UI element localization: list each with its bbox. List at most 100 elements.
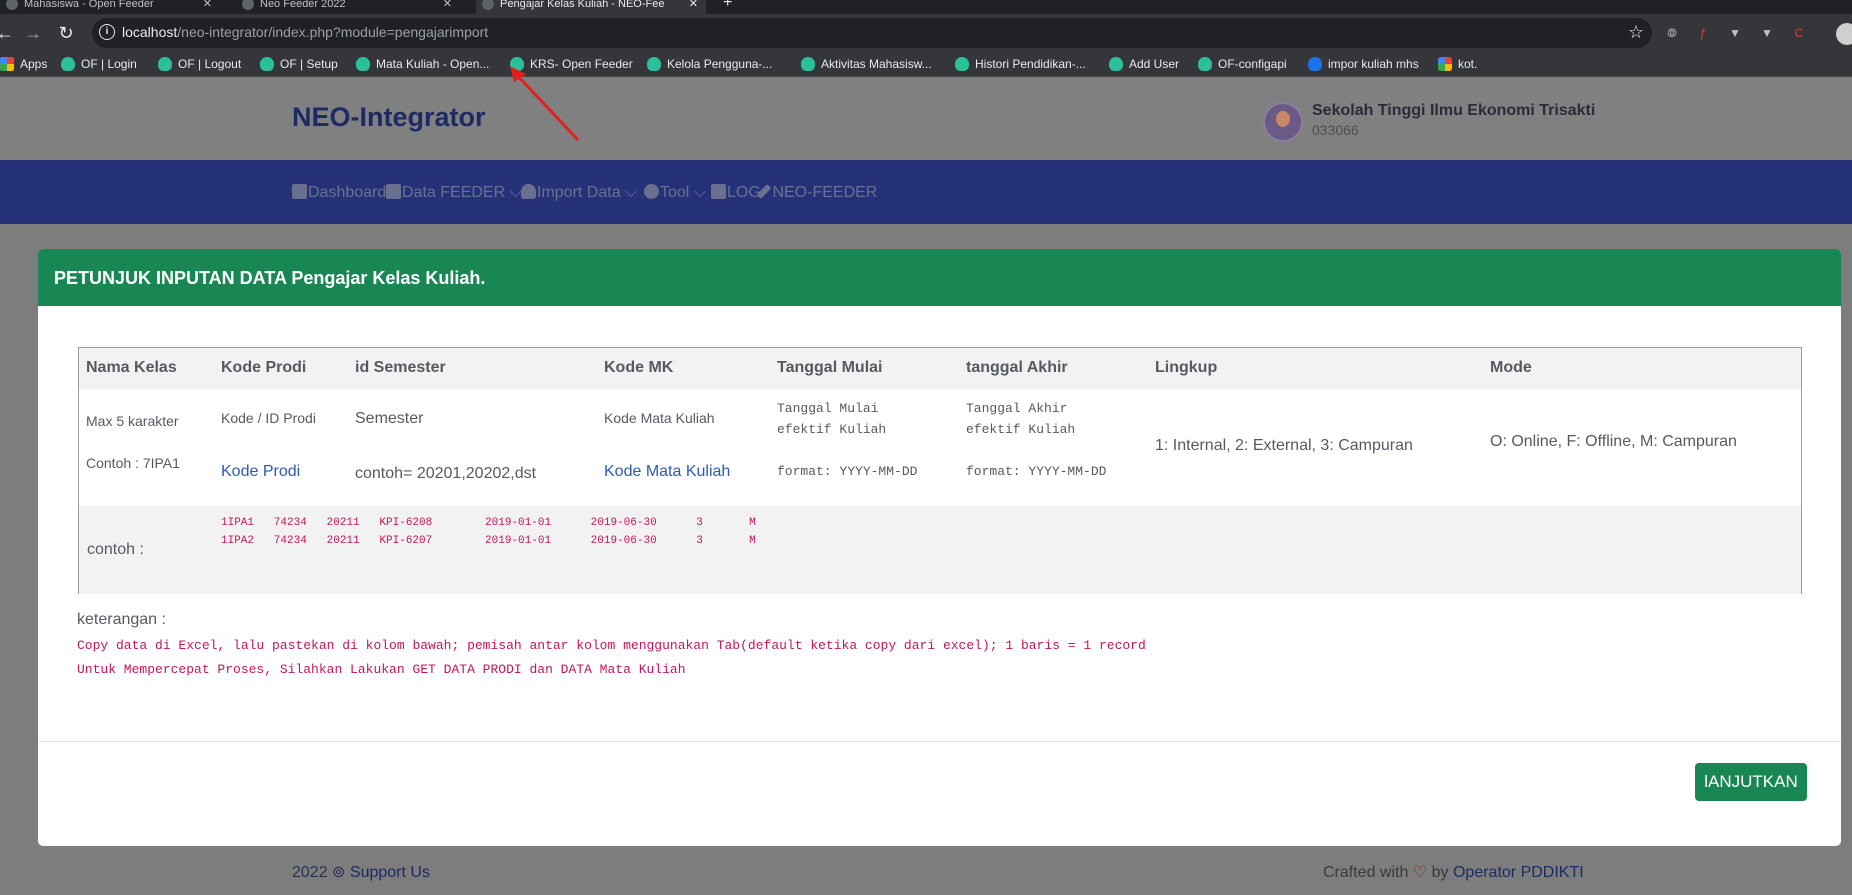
color-picker-extension-icon[interactable]: C	[1790, 24, 1808, 42]
table-cell: Tanggal Akhir	[966, 401, 1068, 416]
example-row: contoh : 1IPA1 74234 20211 KPI-6208 2019…	[79, 506, 1801, 594]
table-row: Max 5 karakter Contoh : 7IPA1 Kode / ID …	[79, 389, 1801, 506]
browser-tab-strip: Mahasiswa - Open Feeder ✕ Neo Feeder 202…	[0, 0, 1852, 14]
menu-tool[interactable]: Tool ⌵	[644, 184, 706, 202]
column-header: Nama Kelas	[86, 359, 177, 376]
bookmarks-bar: Apps OF | Login OF | Logout OF | Setup M…	[0, 52, 1852, 77]
bookmark-item[interactable]: OF | Setup	[260, 56, 338, 72]
url-text[interactable]: localhost/neo-integrator/index.php?modul…	[122, 24, 488, 40]
example-line: 1IPA1 74234 20211 KPI-6208 2019-01-01 20…	[221, 517, 756, 529]
example-code: 1IPA1 74234 20211 KPI-6208 2019-01-01 20…	[221, 514, 756, 550]
close-icon[interactable]: ✕	[203, 0, 212, 14]
close-icon[interactable]: ✕	[443, 0, 452, 14]
apps-grid-icon	[0, 57, 14, 71]
bookmark-apps[interactable]: Apps	[0, 56, 47, 72]
vue-devtools-icon[interactable]: ▼	[1726, 24, 1744, 42]
menu-import-data[interactable]: Import Data ⌵	[521, 184, 637, 202]
example-line: 1IPA2 74234 20211 KPI-6207 2019-01-01 20…	[221, 535, 756, 547]
column-header: Lingkup	[1155, 359, 1218, 376]
main-menu: Dashboard Data FEEDER ⌵ Import Data ⌵ To…	[0, 160, 1852, 224]
table-header-row: Nama Kelas Kode Prodi id Semester Kode M…	[79, 348, 1801, 389]
menu-data-feeder[interactable]: Data FEEDER ⌵	[386, 184, 522, 202]
browser-tab[interactable]: Neo Feeder 2022 ✕	[236, 0, 460, 14]
table-cell: Max 5 karakter	[86, 413, 179, 429]
kode-mata-kuliah-link[interactable]: Kode Mata Kuliah	[604, 463, 730, 481]
site-info-icon[interactable]: i	[99, 24, 115, 40]
modal-header: PETUNJUK INPUTAN DATA Pengajar Kelas Kul…	[38, 249, 1841, 306]
feeder-icon	[955, 57, 969, 71]
bookmark-item[interactable]: kot.	[1438, 56, 1477, 72]
bookmark-item[interactable]: Histori Pendidikan-...	[955, 56, 1086, 72]
browser-tab-active[interactable]: Pengajar Kelas Kuliah - NEO-Fee ✕	[476, 0, 706, 14]
bookmark-item[interactable]: Mata Kuliah - Open...	[356, 56, 489, 72]
table-cell: contoh= 20201,20202,dst	[355, 465, 537, 482]
profile-avatar[interactable]	[1836, 23, 1852, 45]
browser-tab[interactable]: Mahasiswa - Open Feeder ✕	[0, 0, 220, 14]
bookmark-item[interactable]: OF-configapi	[1198, 56, 1287, 72]
institution-avatar[interactable]	[1263, 102, 1303, 142]
bookmark-item[interactable]: KRS- Open Feeder	[510, 56, 633, 72]
tab-favicon-icon	[6, 0, 18, 10]
table-cell: format: YYYY-MM-DD	[966, 464, 1107, 479]
feeder-icon	[1109, 57, 1123, 71]
menu-neo-feeder[interactable]: NEO-FEEDER	[756, 184, 877, 202]
bookmark-item[interactable]: Add User	[1109, 56, 1179, 72]
chevron-down-icon: ⌵	[625, 184, 638, 201]
table-cell: O: Online, F: Offline, M: Campuran	[1490, 433, 1737, 450]
example-label: contoh :	[87, 541, 144, 558]
bookmark-item[interactable]: impor kuliah mhs	[1308, 56, 1419, 72]
support-icon: ⊚	[332, 864, 346, 881]
tab-title: Mahasiswa - Open Feeder	[24, 0, 154, 10]
site-header: NEO-Integrator Sekolah Tinggi Ilmu Ekono…	[0, 78, 1852, 160]
chevron-down-icon: ⌵	[509, 184, 522, 201]
feeder-icon	[801, 57, 815, 71]
table-cell: format: YYYY-MM-DD	[777, 464, 918, 479]
layers-icon	[711, 184, 726, 199]
bookmark-item[interactable]: OF | Login	[61, 56, 137, 72]
table-cell: efektif Kuliah	[966, 422, 1076, 437]
column-header: Tanggal Mulai	[777, 359, 883, 376]
reload-icon[interactable]: ↻	[55, 22, 77, 44]
back-icon[interactable]: ←	[0, 22, 16, 44]
flash-extension-icon[interactable]: ƒ	[1694, 24, 1712, 42]
column-header: tanggal Akhir	[966, 359, 1068, 376]
table-cell: Contoh : 7IPA1	[86, 455, 180, 471]
chevron-down-icon: ⌵	[693, 184, 706, 201]
institution-code: 033066	[1312, 122, 1359, 138]
forward-icon[interactable]: →	[22, 22, 44, 44]
column-header: Mode	[1490, 359, 1532, 376]
lanjutkan-button[interactable]: lANJUTKAN	[1695, 763, 1807, 801]
multicolor-icon	[1438, 57, 1452, 71]
feeder-icon	[647, 57, 661, 71]
brand-logo-text[interactable]: NEO-Integrator	[292, 102, 486, 133]
dashboard-icon	[292, 184, 307, 199]
modal-footer-divider	[38, 741, 1841, 742]
cloud-upload-icon	[521, 184, 536, 199]
vue-devtools-icon[interactable]: ▼	[1758, 24, 1776, 42]
feeder-icon	[1198, 57, 1212, 71]
menu-dashboard[interactable]: Dashboard	[292, 184, 386, 202]
menu-log[interactable]: LOG	[711, 184, 761, 202]
address-bar[interactable]: i localhost/neo-integrator/index.php?mod…	[92, 18, 1652, 48]
blue-icon	[1308, 57, 1322, 71]
bookmark-item[interactable]: Kelola Pengguna-...	[647, 56, 772, 72]
bookmark-item[interactable]: OF | Logout	[158, 56, 241, 72]
table-cell: Tanggal Mulai	[777, 401, 879, 416]
new-tab-icon[interactable]: +	[723, 0, 732, 12]
column-header: id Semester	[355, 359, 446, 376]
bookmark-item[interactable]: Aktivitas Mahasisw...	[801, 56, 932, 72]
bookmark-star-icon[interactable]: ☆	[1628, 22, 1644, 43]
extension-icon[interactable]: ⦾	[1663, 24, 1681, 42]
operator-pddikti-link[interactable]: Operator PDDIKTI	[1453, 864, 1584, 881]
close-icon[interactable]: ✕	[689, 0, 698, 14]
feeder-icon	[61, 57, 75, 71]
column-header: Kode Prodi	[221, 359, 307, 376]
table-cell: efektif Kuliah	[777, 422, 887, 437]
lifebuoy-icon	[644, 184, 659, 199]
tab-favicon-icon	[242, 0, 254, 10]
kode-prodi-link[interactable]: Kode Prodi	[221, 463, 300, 481]
support-us-link[interactable]: Support Us	[350, 864, 430, 881]
column-header: Kode MK	[604, 359, 674, 376]
keterangan-label: keterangan :	[77, 611, 166, 628]
tab-favicon-icon	[482, 0, 494, 10]
